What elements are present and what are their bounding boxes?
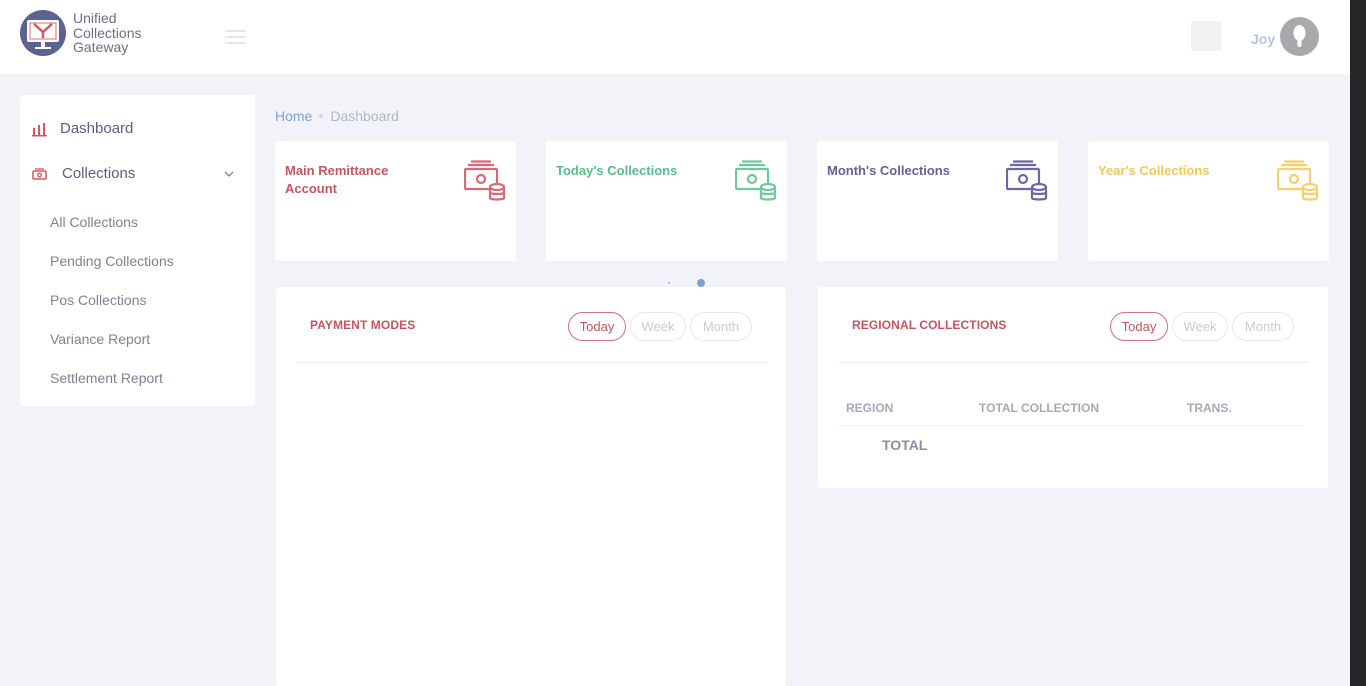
tab-week[interactable]: Week <box>630 312 686 341</box>
carousel-dot[interactable] <box>668 282 670 284</box>
payment-modes-panel: PAYMENT MODES Today Week Month <box>276 287 786 686</box>
sidebar-item-collections[interactable]: Collections <box>32 165 135 182</box>
money-stack-icon <box>735 160 777 201</box>
stat-card-title: Today's Collections <box>556 163 678 178</box>
tab-today[interactable]: Today <box>568 312 626 341</box>
menu-toggle-icon[interactable] <box>225 30 245 44</box>
sidebar-subitem-settlement-report[interactable]: Settlement Report <box>50 370 163 386</box>
stat-card-title: Month's Collections <box>827 163 950 178</box>
panel-title: PAYMENT MODES <box>310 318 416 332</box>
breadcrumb-separator <box>319 114 324 118</box>
user-name[interactable]: Joy <box>1251 31 1275 47</box>
sidebar-item-label: Dashboard <box>60 120 134 137</box>
stat-card-title: Year's Collections <box>1098 163 1210 178</box>
tab-week[interactable]: Week <box>1172 312 1228 341</box>
logo-line: Gateway <box>73 39 129 56</box>
carousel-dot-active[interactable] <box>697 279 705 287</box>
money-icon <box>32 167 47 180</box>
table-total-label: TOTAL <box>882 437 928 453</box>
logo-mark-icon <box>20 10 66 56</box>
logo-line: Collections <box>73 24 142 41</box>
stat-card-month[interactable]: Month's Collections <box>817 141 1058 261</box>
stat-card-title: Main Remittance Account <box>285 163 389 196</box>
top-bar: Unified Collections Gateway Joy <box>0 0 1350 74</box>
column-header-trans[interactable]: TRANS. <box>1187 401 1232 415</box>
app-logo[interactable]: Unified Collections Gateway <box>20 10 141 56</box>
tab-month[interactable]: Month <box>690 312 752 341</box>
money-stack-icon <box>1006 160 1048 201</box>
stat-card-today[interactable]: Today's Collections <box>546 141 787 261</box>
sidebar-subitem-all-collections[interactable]: All Collections <box>50 214 138 230</box>
panel-divider <box>296 362 767 363</box>
logo-text: Unified Collections Gateway <box>73 11 141 55</box>
sidebar-subitem-pos-collections[interactable]: Pos Collections <box>50 292 147 308</box>
panel-title: REGIONAL COLLECTIONS <box>852 318 1007 332</box>
sidebar-subitem-variance-report[interactable]: Variance Report <box>50 331 150 347</box>
user-avatar[interactable] <box>1280 17 1319 56</box>
logo-line: Unified <box>73 10 117 27</box>
person-icon <box>1293 25 1306 47</box>
breadcrumb-home-link[interactable]: Home <box>275 108 312 124</box>
sidebar-item-dashboard[interactable]: Dashboard <box>32 120 133 137</box>
money-stack-icon <box>464 160 506 201</box>
tab-month[interactable]: Month <box>1232 312 1294 341</box>
stat-card-main-remittance[interactable]: Main Remittance Account <box>275 141 516 261</box>
table-divider <box>838 425 1304 426</box>
sidebar-subitem-pending-collections[interactable]: Pending Collections <box>50 253 174 269</box>
scrollbar-track[interactable] <box>1350 0 1366 686</box>
column-header-region[interactable]: REGION <box>846 401 893 415</box>
sidebar: Dashboard Collections All Collections Pe… <box>20 95 255 406</box>
chevron-down-icon[interactable] <box>224 171 234 177</box>
regional-collections-panel: REGIONAL COLLECTIONS Today Week Month RE… <box>818 287 1328 488</box>
sidebar-item-label: Collections <box>62 165 136 182</box>
breadcrumb-current: Dashboard <box>330 108 399 124</box>
bar-chart-icon <box>32 122 47 136</box>
column-header-total-collection[interactable]: TOTAL COLLECTION <box>979 401 1099 415</box>
notification-button[interactable] <box>1191 21 1221 51</box>
money-stack-icon <box>1277 160 1319 201</box>
stat-card-year[interactable]: Year's Collections <box>1088 141 1329 261</box>
panel-divider <box>838 362 1309 363</box>
breadcrumb: Home Dashboard <box>275 108 399 124</box>
tab-today[interactable]: Today <box>1110 312 1168 341</box>
